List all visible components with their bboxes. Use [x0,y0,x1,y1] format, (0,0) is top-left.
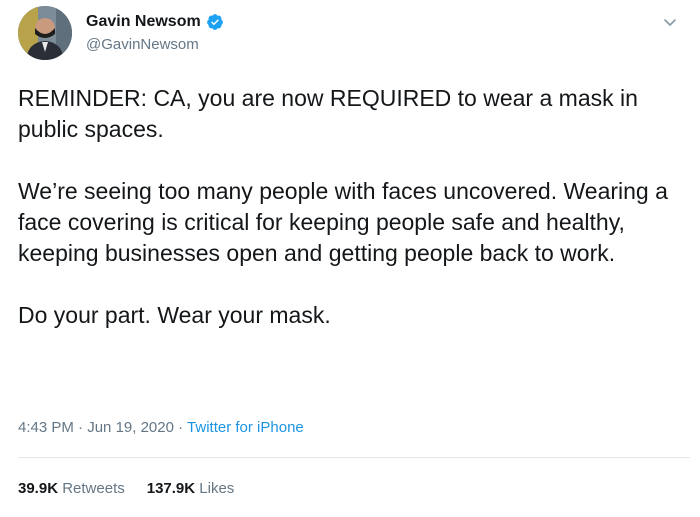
verified-badge-icon [206,13,224,31]
tweet-paragraph: Do your part. Wear your mask. [18,302,331,328]
chevron-down-icon[interactable] [662,14,678,30]
retweets-label: Retweets [62,480,125,497]
tweet-paragraph: REMINDER: CA, you are now REQUIRED to we… [18,85,638,142]
tweet-paragraph: We’re seeing too many people with faces … [18,178,668,266]
retweets-stat[interactable]: 39.9K Retweets [18,480,125,497]
likes-label: Likes [199,480,235,497]
tweet-time[interactable]: 4:43 PM [18,419,74,436]
tweet-text: REMINDER: CA, you are now REQUIRED to we… [18,83,688,362]
avatar[interactable] [18,6,72,60]
tweet-header: Gavin Newsom @GavinNewsom [18,6,682,64]
tweet-source-link[interactable]: Twitter for iPhone [187,419,304,436]
author-name[interactable]: Gavin Newsom [86,13,201,31]
retweets-count: 39.9K [18,480,59,497]
meta-separator: · [78,419,84,436]
meta-separator: · [178,419,184,436]
likes-count: 137.9K [146,480,196,497]
author-handle[interactable]: @GavinNewsom [86,36,224,53]
tweet-meta: 4:43 PM · Jun 19, 2020 · Twitter for iPh… [18,419,304,436]
divider [18,457,690,458]
author-block[interactable]: Gavin Newsom @GavinNewsom [86,11,224,53]
tweet-date[interactable]: Jun 19, 2020 [87,419,174,436]
tweet-card: Gavin Newsom @GavinNewsom REMINDER: CA, … [0,0,700,517]
tweet-stats: 39.9K Retweets 137.9K Likes [18,480,234,497]
likes-stat[interactable]: 137.9K Likes [147,480,235,497]
